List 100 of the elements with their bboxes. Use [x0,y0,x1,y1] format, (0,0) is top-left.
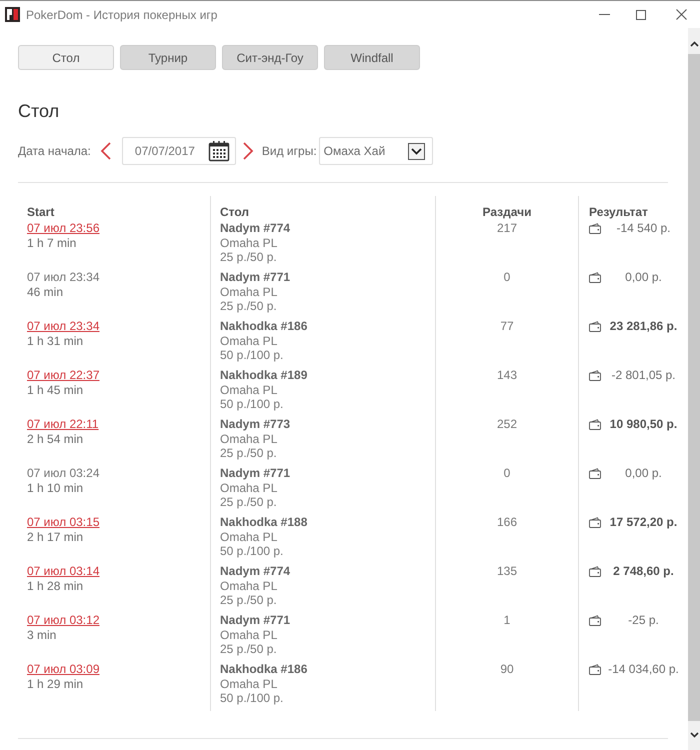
duration-text: 46 min [27,284,64,299]
game-type-text: Omaha PL [220,480,278,495]
result-amount: -14 034,60 р. [607,662,680,676]
stakes-text: 50 р./100 р. [220,348,284,362]
stakes-text: 25 р./50 р. [220,593,277,608]
hands-count: 135 [496,564,518,578]
duration-text: 1 h 7 min [27,236,76,250]
window-title: PokerDom - История покерных игр [26,8,218,22]
table-name: Nadym #774 [220,564,290,578]
duration-text: 2 h 17 min [27,530,84,544]
game-type-text: Omaha PL [220,432,278,446]
duration-text: 1 h 45 min [27,382,84,397]
chevron-right-icon[interactable] [242,142,254,160]
tab[interactable]: Сит-энд-Гоу [222,45,318,70]
date-link[interactable]: 07 июл 03:15 [27,515,100,530]
game-type-text: Omaha PL [220,334,278,348]
date-link[interactable]: 07 июл 03:09 [27,662,100,676]
wallet-icon [589,566,601,576]
chevron-left-icon[interactable] [100,142,111,160]
game-type-text: Omaha PL [220,236,278,250]
table-name: Nakhodka #189 [220,368,308,382]
wallet-icon [589,614,601,626]
duration-text: 1 h 10 min [27,480,84,495]
table-name: Nadym #771 [220,613,290,628]
duration-text: 1 h 28 min [27,578,84,593]
hands-count: 143 [496,368,518,382]
table-name: Nakhodka #188 [220,515,308,530]
date-link[interactable]: 07 июл 23:34 [27,319,100,334]
result-amount: 10 980,50 р. [608,417,678,432]
table-name: Nadym #773 [220,417,290,432]
hands-count: 77 [500,319,514,333]
game-type-text: Omaha PL [220,676,278,691]
column-header: Результат [589,205,648,219]
wallet-icon [589,370,601,380]
hands-count: 252 [496,417,518,431]
wallet-icon [589,222,601,234]
hands-count: 0 [504,466,510,480]
result-amount: 17 572,20 р. [608,515,678,530]
logo-icon [5,7,20,22]
result-amount: 2 748,60 р. [612,564,675,578]
duration-text: 1 h 31 min [27,334,84,348]
result-amount: -25 р. [627,613,660,628]
column-header: Start [27,205,54,219]
date-link[interactable]: 07 июл 03:12 [27,613,100,628]
table-name: Nakhodka #186 [220,319,308,334]
tab[interactable]: Стол [18,45,114,70]
wallet-icon [589,272,601,282]
tab[interactable]: Турнир [120,45,216,70]
start-time: 07 июл 03:24 [27,466,100,480]
date-link[interactable]: 07 июл 23:56 [27,221,100,236]
game-type-label: Вид игры: [262,143,317,160]
game-type-text: Omaha PL [220,628,278,642]
game-type-text: Omaha PL [220,578,278,593]
game-type-text: Omaha PL [220,530,278,544]
scroll-up-icon[interactable] [690,41,698,47]
stakes-text: 50 р./100 р. [220,397,284,412]
stakes-text: 25 р./50 р. [220,250,277,264]
result-amount: 0,00 р. [624,466,663,480]
wallet-icon [589,320,601,332]
result-amount: 23 281,86 р. [608,319,678,334]
stakes-text: 25 р./50 р. [220,446,277,460]
date-field[interactable]: 07/07/2017 [122,137,236,165]
date-link[interactable]: 07 июл 03:14 [27,564,100,578]
stakes-text: 50 р./100 р. [220,544,284,558]
stakes-text: 25 р./50 р. [220,642,277,656]
calendar-icon[interactable] [208,140,230,162]
date-link[interactable]: 07 июл 22:37 [27,368,100,382]
duration-text: 3 min [27,628,56,642]
game-type-select[interactable]: Омаха Хай [318,137,433,165]
result-amount: -2 801,05 р. [610,368,677,382]
table-name: Nadym #771 [220,270,290,284]
start-time: 07 июл 23:34 [27,270,100,284]
stakes-text: 50 р./100 р. [220,691,284,706]
table-name: Nakhodka #186 [220,662,308,676]
column-header: Раздачи [482,205,532,219]
wallet-icon [589,468,601,478]
hands-count: 0 [504,270,510,284]
hands-count: 90 [500,662,514,676]
date-link[interactable]: 07 июл 22:11 [27,417,99,432]
duration-text: 1 h 29 min [27,676,84,691]
stakes-text: 25 р./50 р. [220,299,277,314]
result-amount: 0,00 р. [624,270,663,284]
wallet-icon [589,516,601,528]
hands-count: 1 [504,613,510,627]
hands-count: 166 [496,515,518,529]
scroll-down-icon[interactable] [690,732,698,738]
date-label: Дата начала: [18,143,91,160]
close-icon[interactable] [676,9,687,20]
wallet-icon [589,418,601,430]
duration-text: 2 h 54 min [27,432,84,446]
table-name: Nadym #771 [220,466,290,480]
result-amount: -14 540 р. [615,221,672,236]
section-heading: Стол [18,100,60,122]
tab[interactable]: Windfall [324,45,420,70]
game-type-text: Omaha PL [220,284,278,299]
game-type-text: Omaha PL [220,382,278,397]
stakes-text: 25 р./50 р. [220,495,277,510]
column-header: Стол [220,205,250,219]
wallet-icon [589,664,601,674]
maximize-icon[interactable] [636,10,646,20]
